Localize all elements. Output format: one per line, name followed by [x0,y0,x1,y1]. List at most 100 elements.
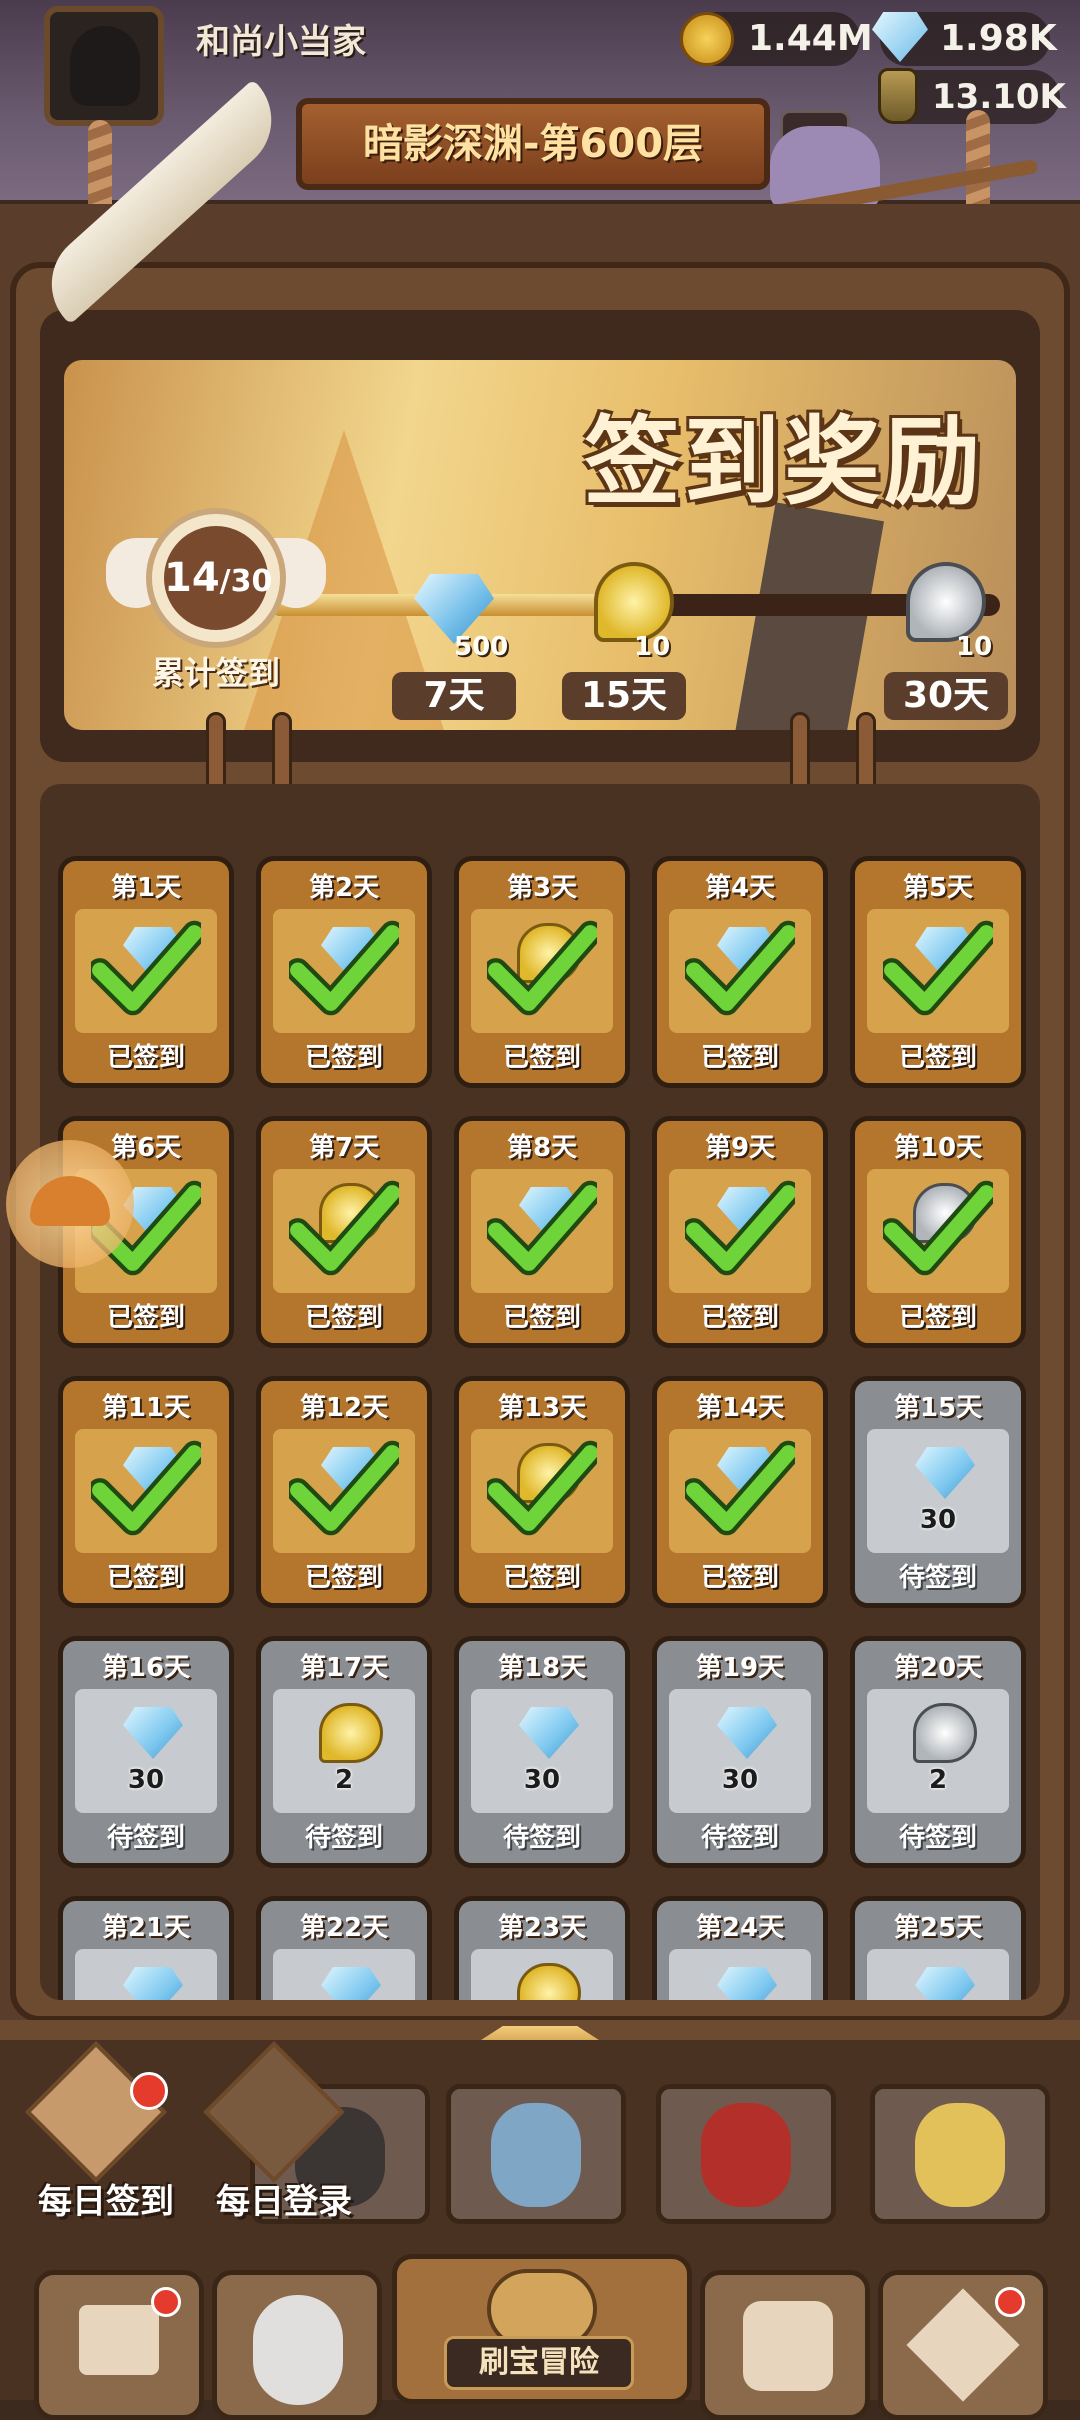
reward-amount: 2 [928,1765,948,1795]
hero-card[interactable] [870,2084,1050,2224]
milestone-silver-scroll-icon[interactable] [906,562,986,642]
day-reward-card[interactable]: 第12天 已签到 [256,1376,432,1608]
day-reward-card[interactable]: 第20天 2 待签到 [850,1636,1026,1868]
day-reward-card[interactable]: 第18天 30 待签到 [454,1636,630,1868]
gold-coin-icon [680,12,734,66]
count-circle: 14/30 [146,508,286,648]
checkmark-icon [289,1180,399,1276]
day-reward-card[interactable]: 第19天 30 待签到 [652,1636,828,1868]
day-reward-card[interactable]: 第14天 已签到 [652,1376,828,1608]
day-reward-card[interactable]: 第13天已签到 [454,1376,630,1608]
signin-status: 已签到 [502,1303,581,1333]
daily-checkin-label: 每日签到 [38,2182,174,2222]
signin-status: 已签到 [700,1043,779,1073]
reward-amount: 30 [919,1505,957,1535]
day-reward-card[interactable]: 第16天 30 待签到 [58,1636,234,1868]
day-reward-card[interactable]: 第2天 已签到 [256,856,432,1088]
milestone-amount: 10 [634,632,671,662]
gift-box-icon [203,2041,345,2183]
checkmark-icon [289,920,399,1016]
day-reward-card[interactable]: 第25天 [850,1896,1026,2000]
checkmark-icon [487,920,597,1016]
day-label: 第5天 [902,873,974,903]
daily-checkin-button[interactable]: 每日签到 [25,2041,174,2222]
notification-badge [151,2287,181,2317]
day-reward-card[interactable]: 第21天 [58,1896,234,2000]
day-reward-card[interactable]: 第5天已签到 [850,856,1026,1088]
hero-portrait-icon [701,2103,791,2207]
reward-amount: 2 [334,1765,354,1795]
stage-title: 暗影深渊-第600层 [362,121,704,167]
count-separator: / [219,564,231,599]
checkmark-icon [487,1440,597,1536]
day-label: 第8天 [506,1133,578,1163]
milestone-gold-scroll-icon[interactable] [594,562,674,642]
day-label: 第9天 [704,1133,776,1163]
day-reward-card[interactable]: 第15天 30 待签到 [850,1376,1026,1608]
daily-reward-grid: 第1天 已签到 第2天 已签到 第3天 已签到 第4天 已签到 第5天 已签到 第6天 已签到 第7天已… [40,784,1040,2000]
reward-amount: 30 [721,1765,759,1795]
silver-scroll-icon [913,1703,977,1763]
daily-login-label: 每日登录 [216,2182,352,2222]
potion-jar-icon [878,68,918,124]
floating-assistant-button[interactable] [6,1140,134,1268]
checkmark-icon [91,920,201,1016]
day-label: 第19天 [695,1653,785,1683]
nav-shop-button[interactable] [34,2270,204,2420]
day-reward-card[interactable]: 第8天已签到 [454,1116,630,1348]
signin-status: 待签到 [304,1823,383,1853]
checkmark-icon [487,1180,597,1276]
nav-adventure-label: 刷宝冒险 [444,2336,634,2390]
day-label: 第16天 [101,1653,191,1683]
day-label: 第4天 [704,873,776,903]
day-reward-card[interactable]: 第23天 [454,1896,630,2000]
nav-hero-button[interactable] [212,2270,382,2420]
player-avatar[interactable] [44,6,164,126]
notification-badge [995,2287,1025,2317]
monolith-decoration [733,502,885,730]
cumulative-signin-badge: 14/30 累计签到 [106,508,326,692]
day-reward-card[interactable]: 第1天 已签到 [58,856,234,1088]
count-current: 14 [164,555,220,601]
day-reward-card[interactable]: 第11天已签到 [58,1376,234,1608]
day-label: 第13天 [497,1393,587,1423]
day-reward-card[interactable]: 第24天 [652,1896,828,2000]
calendar-check-icon [25,2041,167,2183]
day-label: 第21天 [101,1913,191,1943]
day-reward-card[interactable]: 第17天 2 待签到 [256,1636,432,1868]
day-reward-card[interactable]: 第22天 [256,1896,432,2000]
banner-title: 签到奖励 [584,406,984,518]
hero-portrait-icon [491,2103,581,2207]
day-reward-card[interactable]: 第4天已签到 [652,856,828,1088]
checkmark-icon [685,1180,795,1276]
signin-status: 已签到 [106,1563,185,1593]
day-label: 第18天 [497,1653,587,1683]
signin-status: 已签到 [700,1563,779,1593]
nav-bag-button[interactable] [700,2270,870,2420]
checkmark-icon [883,920,993,1016]
day-label: 第1天 [110,873,182,903]
nav-forge-button[interactable] [878,2270,1048,2420]
day-label: 第15天 [893,1393,983,1423]
milestone-amount: 500 [454,632,509,662]
signin-status: 待签到 [898,1563,977,1593]
day-reward-card[interactable]: 第7天 已签到 [256,1116,432,1348]
day-label: 第11天 [101,1393,191,1423]
day-reward-card[interactable]: 第3天 已签到 [454,856,630,1088]
signin-status: 已签到 [502,1563,581,1593]
day-reward-card[interactable]: 第10天 已签到 [850,1116,1026,1348]
signin-status: 待签到 [106,1823,185,1853]
hero-card[interactable] [446,2084,626,2224]
daily-login-button[interactable]: 每日登录 [203,2041,352,2222]
day-label: 第12天 [299,1393,389,1423]
gem-amount: 1.98K [940,18,1057,59]
checkmark-icon [91,1440,201,1536]
notification-badge [130,2072,168,2110]
signin-status: 已签到 [898,1043,977,1073]
checkmark-icon [685,1440,795,1536]
day-reward-card[interactable]: 第9天 已签到 [652,1116,828,1348]
day-label: 第2天 [308,873,380,903]
hero-card[interactable] [656,2084,836,2224]
day-label: 第3天 [506,873,578,903]
stage-plate[interactable]: 暗影深渊-第600层 [296,98,770,190]
